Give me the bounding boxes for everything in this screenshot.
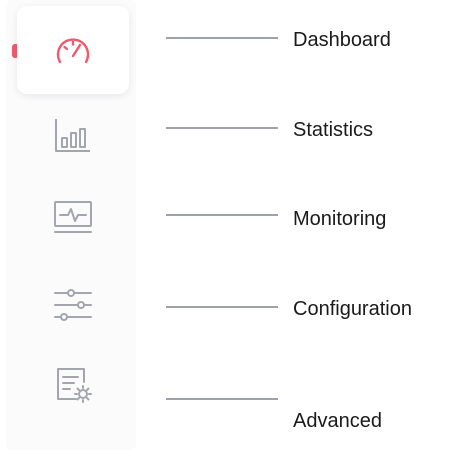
sidebar-item-statistics[interactable] bbox=[17, 90, 129, 178]
leader-line-monitoring bbox=[166, 214, 278, 216]
document-gear-icon bbox=[57, 368, 92, 403]
speedometer-icon bbox=[56, 38, 90, 64]
monitor-pulse-icon bbox=[54, 201, 92, 233]
leader-line-configuration bbox=[166, 306, 278, 308]
label-statistics: Statistics bbox=[293, 119, 374, 141]
sidebar-item-dashboard[interactable] bbox=[17, 6, 129, 94]
leader-line-advanced bbox=[166, 398, 278, 400]
sidebar-item-advanced[interactable] bbox=[17, 341, 129, 429]
leader-line-dashboard bbox=[166, 37, 278, 39]
label-configuration: Configuration bbox=[293, 298, 412, 320]
label-advanced: Advanced bbox=[293, 410, 382, 432]
sliders-icon bbox=[54, 289, 92, 321]
leader-line-statistics bbox=[166, 127, 278, 129]
label-dashboard: Dashboard bbox=[293, 29, 391, 51]
bar-chart-icon bbox=[55, 119, 90, 152]
annotated-sidebar-diagram: Dashboard Statistics Monitoring Configur… bbox=[0, 0, 449, 461]
label-monitoring: Monitoring bbox=[293, 208, 387, 230]
sidebar-item-monitoring[interactable] bbox=[17, 173, 129, 261]
sidebar-item-configuration[interactable] bbox=[17, 261, 129, 349]
